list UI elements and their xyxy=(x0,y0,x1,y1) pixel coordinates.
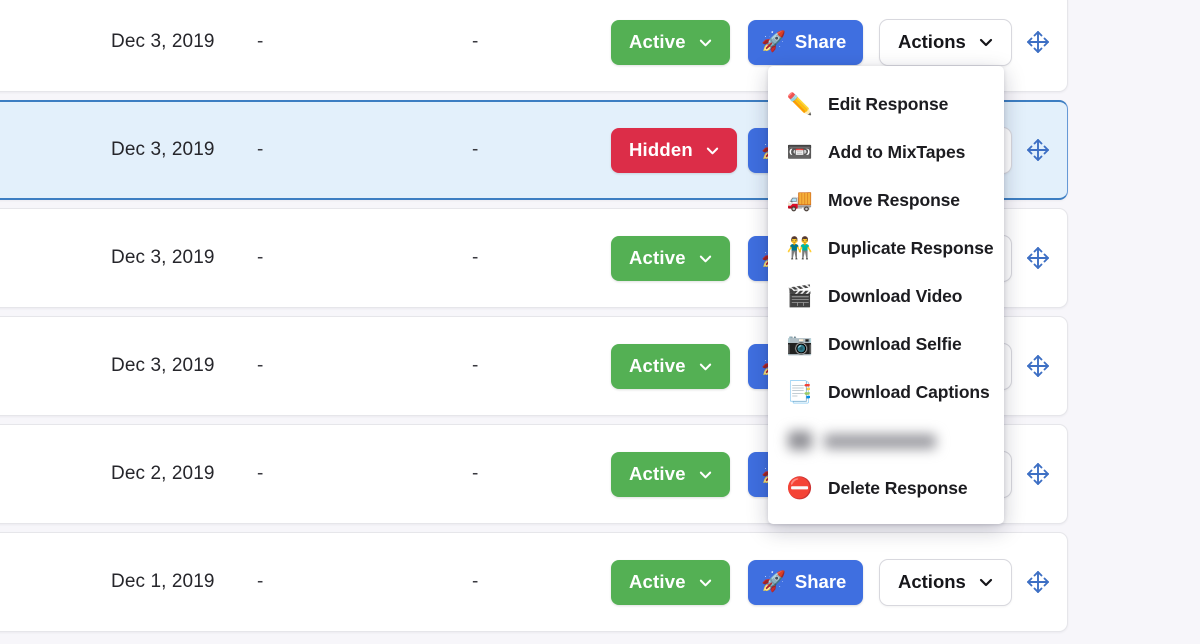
status-badge-hidden[interactable]: Hidden xyxy=(611,127,737,173)
row-column-3-value: - xyxy=(472,139,479,160)
status-badge-active[interactable]: Active xyxy=(611,343,730,389)
document-pages-icon: 📑 xyxy=(786,380,814,404)
share-button-label: Share xyxy=(794,31,847,52)
clapper-board-icon: 🎬 xyxy=(786,284,814,308)
menu-item-delete-response[interactable]: ⛔ Delete Response xyxy=(768,464,1004,512)
chevron-down-icon xyxy=(699,36,712,49)
menu-item-label: Download Video xyxy=(828,285,963,306)
actions-dropdown-menu[interactable]: ✏️ Edit Response 📼 Add to MixTapes 🚚 Move Res… xyxy=(768,66,1004,524)
actions-button[interactable]: Actions xyxy=(879,558,1012,606)
cassette-tape-icon: 📼 xyxy=(786,140,814,164)
row-column-2-value: - xyxy=(257,139,264,160)
drag-handle-move-arrows-icon[interactable] xyxy=(1023,351,1053,381)
menu-item-label: Edit Response xyxy=(828,93,949,114)
chevron-down-icon xyxy=(979,35,993,49)
row-date: Dec 2, 2019 xyxy=(111,463,215,484)
actions-button[interactable]: Actions xyxy=(879,18,1012,66)
share-button-label: Share xyxy=(794,571,847,592)
status-badge-label: Active xyxy=(629,463,686,484)
chevron-down-icon xyxy=(699,576,712,589)
menu-item-download-captions[interactable]: 📑 Download Captions xyxy=(768,368,1004,416)
share-button[interactable]: 🚀 Share xyxy=(748,19,864,65)
actions-button-label: Actions xyxy=(898,31,966,52)
rocket-icon: 🚀 xyxy=(761,31,786,53)
responses-table-screen: Dec 3, 2019 - - Active 🚀 Share Actions Dec 3, 2… xyxy=(0,0,1200,644)
rocket-icon: 🚀 xyxy=(761,571,786,593)
status-badge-label: Active xyxy=(629,355,686,376)
actions-button-label: Actions xyxy=(898,571,966,592)
row-date: Dec 3, 2019 xyxy=(111,355,215,376)
status-badge-active[interactable]: Active xyxy=(611,235,730,281)
menu-item-label: Add to MixTapes xyxy=(828,141,966,162)
drag-handle-move-arrows-icon[interactable] xyxy=(1023,27,1053,57)
chevron-down-icon xyxy=(699,468,712,481)
row-date: Dec 3, 2019 xyxy=(111,31,215,52)
status-badge-active[interactable]: Active xyxy=(611,19,730,65)
menu-item-duplicate-response[interactable]: 👬 Duplicate Response xyxy=(768,224,1004,272)
camera-icon: 📷 xyxy=(786,332,814,356)
pencil-icon: ✏️ xyxy=(786,92,814,116)
status-badge-label: Active xyxy=(629,571,686,592)
menu-item-label: Download Selfie xyxy=(828,333,962,354)
share-button[interactable]: 🚀 Share xyxy=(748,559,864,605)
row-column-2-value: - xyxy=(257,571,264,592)
menu-item-label: Duplicate Response xyxy=(828,237,994,258)
drag-handle-move-arrows-icon[interactable] xyxy=(1023,243,1053,273)
chevron-down-icon xyxy=(699,360,712,373)
menu-item-download-selfie[interactable]: 📷 Download Selfie xyxy=(768,320,1004,368)
drag-handle-move-arrows-icon[interactable] xyxy=(1023,567,1053,597)
status-badge-active[interactable]: Active xyxy=(611,451,730,497)
menu-item-redacted[interactable] xyxy=(768,416,1004,464)
two-people-icon: 👬 xyxy=(786,236,814,260)
row-column-2-value: - xyxy=(257,247,264,268)
menu-item-label: Delete Response xyxy=(828,477,968,498)
row-column-2-value: - xyxy=(257,31,264,52)
menu-item-add-to-mixtapes[interactable]: 📼 Add to MixTapes xyxy=(768,128,1004,176)
row-column-3-value: - xyxy=(472,463,479,484)
row-date: Dec 1, 2019 xyxy=(111,571,215,592)
row-column-3-value: - xyxy=(472,355,479,376)
row-column-3-value: - xyxy=(472,571,479,592)
drag-handle-move-arrows-icon[interactable] xyxy=(1023,135,1053,165)
menu-item-label xyxy=(824,433,936,449)
menu-item-label: Move Response xyxy=(828,189,960,210)
no-entry-icon: ⛔ xyxy=(786,476,814,500)
row-column-2-value: - xyxy=(257,463,264,484)
row-column-3-value: - xyxy=(472,247,479,268)
menu-item-edit-response[interactable]: ✏️ Edit Response xyxy=(768,80,1004,128)
menu-item-move-response[interactable]: 🚚 Move Response xyxy=(768,176,1004,224)
delivery-truck-icon: 🚚 xyxy=(786,188,814,212)
row-column-2-value: - xyxy=(257,355,264,376)
drag-handle-move-arrows-icon[interactable] xyxy=(1023,459,1053,489)
row-column-3-value: - xyxy=(472,31,479,52)
chevron-down-icon xyxy=(979,575,993,589)
redacted-icon xyxy=(788,430,812,450)
status-badge-label: Active xyxy=(629,31,686,52)
status-badge-active[interactable]: Active xyxy=(611,559,730,605)
table-row[interactable]: Dec 1, 2019 - - Active 🚀 Share Actions xyxy=(0,532,1068,632)
menu-item-download-video[interactable]: 🎬 Download Video xyxy=(768,272,1004,320)
menu-item-label: Download Captions xyxy=(828,381,990,402)
row-date: Dec 3, 2019 xyxy=(111,247,215,268)
chevron-down-icon xyxy=(699,252,712,265)
status-badge-label: Active xyxy=(629,247,686,268)
chevron-down-icon xyxy=(706,144,719,157)
row-date: Dec 3, 2019 xyxy=(111,139,215,160)
status-badge-label: Hidden xyxy=(629,139,693,160)
